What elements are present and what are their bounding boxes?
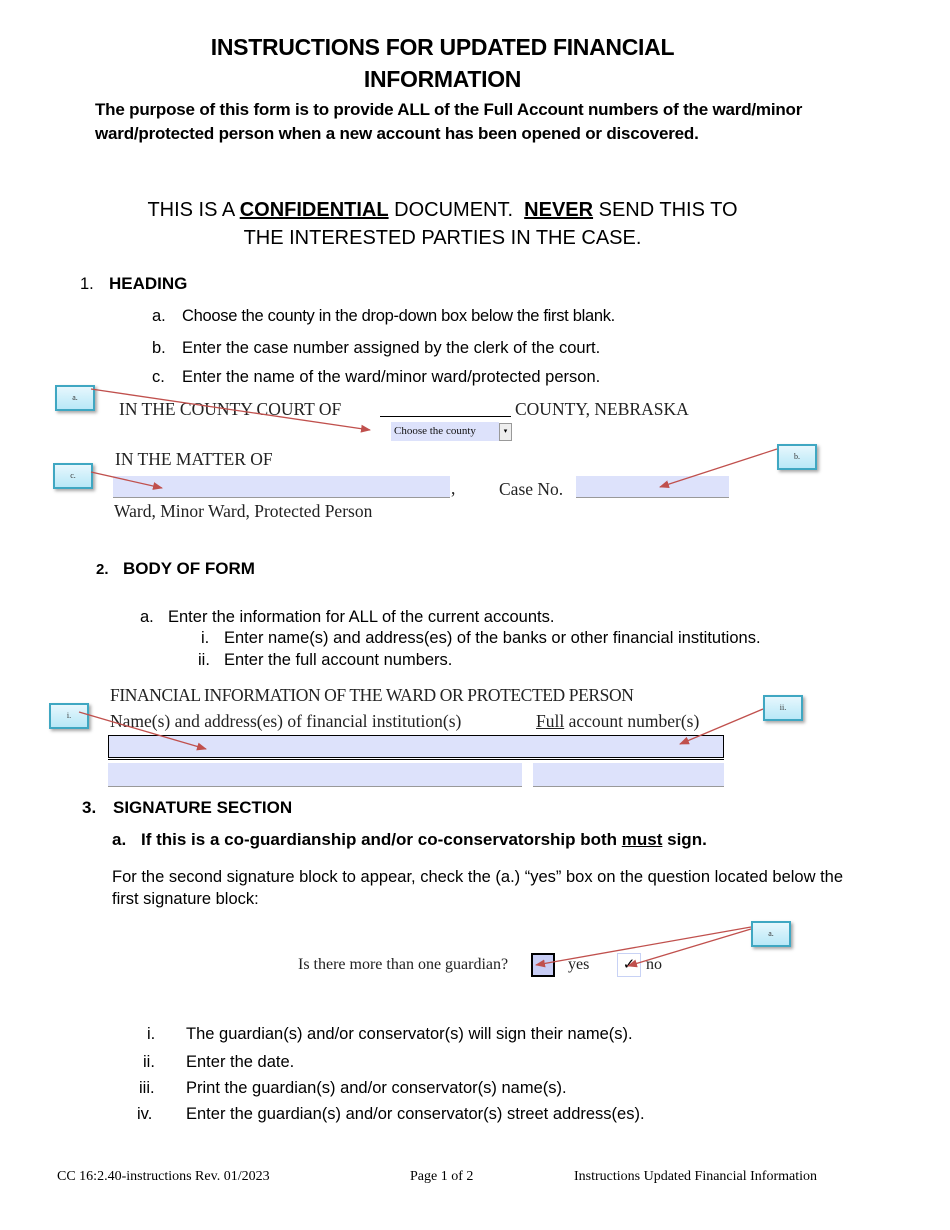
financial-row-1 — [108, 735, 724, 758]
guardian-question: Is there more than one guardian? — [298, 956, 509, 973]
section1-heading: HEADING — [109, 274, 188, 293]
conf-text-2: DOCUMENT. — [388, 199, 525, 221]
county-dropdown-value: Choose the county — [391, 422, 499, 441]
county-dropdown[interactable]: Choose the county ▾ — [391, 422, 512, 441]
court-suffix: COUNTY, NEBRASKA — [515, 399, 689, 419]
yes-checkbox[interactable] — [531, 953, 555, 977]
section3-iii-marker: iii. — [139, 1079, 155, 1097]
section3-a-pre: If this is a co-guardianship and/or co-c… — [141, 830, 622, 849]
callout-ii: ii. — [763, 695, 803, 721]
account-field-1[interactable] — [533, 736, 723, 757]
confidential-notice-line-2: THE INTERESTED PARTIES IN THE CASE. — [243, 227, 642, 249]
section2-ii-marker: ii. — [198, 651, 210, 669]
section3-a-post: sign. — [662, 830, 707, 849]
callout-a: a. — [55, 385, 95, 411]
county-blank-line — [380, 416, 511, 417]
title-line-2: INFORMATION — [363, 66, 522, 92]
section3-iv-marker: iv. — [137, 1105, 153, 1123]
col-account-header: Full account number(s) — [536, 711, 699, 732]
ward-caption: Ward, Minor Ward, Protected Person — [114, 501, 373, 521]
checkmark-icon: ✓ — [622, 956, 636, 973]
col-institution-header: Name(s) and address(es) of financial ins… — [110, 711, 462, 731]
callout-b: b. — [777, 444, 817, 470]
col-account-header-rest: account number(s) — [564, 711, 700, 731]
section3-a-marker: a. — [112, 830, 127, 849]
purpose-text: The purpose of this form is to provide A… — [95, 100, 803, 143]
section2-i-text: Enter name(s) and address(es) of the ban… — [224, 629, 761, 647]
chevron-down-icon[interactable]: ▾ — [499, 423, 512, 441]
section3-i-marker: i. — [147, 1025, 156, 1043]
section2-i-marker: i. — [201, 629, 210, 647]
section1-b-text: Enter the case number assigned by the cl… — [182, 339, 601, 357]
section2-heading: BODY OF FORM — [123, 559, 255, 578]
conf-word-never: NEVER — [524, 199, 594, 221]
section3-iv-text: Enter the guardian(s) and/or conservator… — [186, 1105, 645, 1123]
conf-word-confidential: CONFIDENTIAL — [239, 199, 389, 221]
institution-field-2[interactable] — [108, 763, 522, 787]
callout-i: i. — [49, 703, 89, 729]
section1-b-marker: b. — [152, 339, 166, 357]
row-divider — [108, 759, 724, 760]
ward-name-comma: , — [451, 478, 456, 498]
section1-a-text: Choose the county in the drop-down box b… — [182, 307, 615, 325]
conf-text-3: SEND THIS TO — [593, 199, 738, 221]
title-line-1: INSTRUCTIONS FOR UPDATED FINANCIAL — [210, 34, 675, 60]
confidential-notice: THIS IS A CONFIDENTIAL DOCUMENT. NEVER S… — [0, 196, 885, 224]
footer-form-id: CC 16:2.40-instructions Rev. 01/2023 — [57, 1169, 270, 1184]
section2-a-text: Enter the information for ALL of the cur… — [168, 608, 555, 626]
case-number-field[interactable] — [576, 476, 729, 498]
section3-iii-text: Print the guardian(s) and/or conservator… — [186, 1079, 567, 1097]
section2-number: 2. — [96, 561, 109, 578]
footer-page-number: Page 1 of 2 — [410, 1169, 474, 1184]
section3-ii-text: Enter the date. — [186, 1053, 295, 1071]
account-field-2[interactable] — [533, 763, 724, 787]
section1-c-marker: c. — [152, 368, 165, 386]
callout-a-signature: a. — [751, 921, 791, 947]
yes-label: yes — [568, 956, 590, 973]
section3-a-must: must — [621, 830, 663, 849]
section1-number: 1. — [80, 275, 94, 293]
matter-of-label: IN THE MATTER OF — [115, 449, 273, 469]
section1-c-text: Enter the name of the ward/minor ward/pr… — [182, 368, 601, 386]
case-no-label: Case No. — [499, 479, 564, 499]
conf-text-1: THIS IS A — [147, 199, 240, 221]
col-account-header-full: Full — [536, 711, 565, 731]
financial-info-title: FINANCIAL INFORMATION OF THE WARD OR PRO… — [110, 685, 634, 705]
institution-field-1[interactable] — [109, 736, 523, 757]
section3-heading: SIGNATURE SECTION — [113, 798, 293, 817]
no-label: no — [646, 956, 662, 973]
callout-c: c. — [53, 463, 93, 489]
no-checkbox[interactable]: ✓ — [617, 953, 641, 977]
section3-ii-marker: ii. — [143, 1053, 155, 1071]
section3-i-text: The guardian(s) and/or conservator(s) wi… — [186, 1025, 633, 1043]
section3-a-text: If this is a co-guardianship and/or co-c… — [141, 830, 707, 850]
ward-name-field[interactable] — [113, 476, 450, 498]
section3-paragraph: For the second signature block to appear… — [112, 868, 844, 908]
section1-a-marker: a. — [152, 307, 166, 325]
section2-ii-text: Enter the full account numbers. — [224, 651, 453, 669]
section2-a-marker: a. — [140, 608, 154, 626]
footer-document-title: Instructions Updated Financial Informati… — [574, 1169, 817, 1184]
court-prefix: IN THE COUNTY COURT OF — [119, 399, 342, 419]
section3-number: 3. — [82, 798, 97, 817]
